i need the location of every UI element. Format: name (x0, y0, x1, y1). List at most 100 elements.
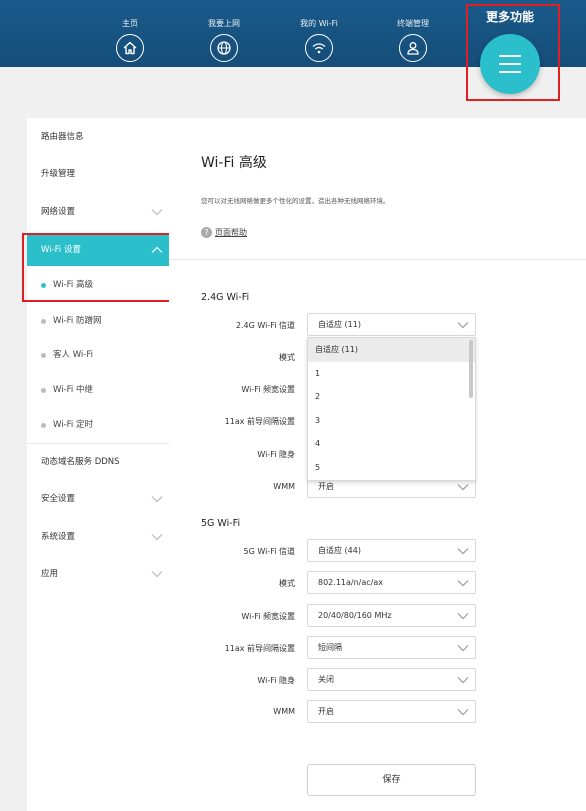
save-button[interactable]: 保存 (307, 764, 476, 796)
dropdown-option[interactable]: 5 (308, 456, 475, 480)
bullet-dot-icon (41, 353, 46, 358)
section-divider (169, 259, 586, 260)
help-link-text: 页面帮助 (215, 228, 247, 237)
sidebar-item-wifi-anti-leech[interactable]: Wi-Fi 防蹭网 (27, 307, 169, 335)
sidebar-item-label: 系统设置 (41, 532, 76, 542)
sidebar-item-label: Wi-Fi 高级 (53, 280, 93, 290)
chevron-down-icon (457, 484, 469, 491)
chevron-down-icon (457, 677, 469, 684)
select-value: 自适应 (44) (318, 546, 361, 555)
nav-devices[interactable]: 终端管理 (373, 0, 453, 62)
sidebar-item-label: Wi-Fi 设置 (41, 245, 81, 255)
chevron-down-icon (151, 496, 163, 503)
sidebar-item-label: 网络设置 (41, 207, 76, 217)
label-5g-channel: 5G Wi-Fi 信道 (243, 547, 295, 556)
sidebar-item-wifi-timer[interactable]: Wi-Fi 定时 (27, 411, 169, 439)
bullet-dot-icon (41, 319, 46, 324)
chevron-down-icon (151, 571, 163, 578)
channel-dropdown-list: 自适应 (11) 1 2 3 4 5 (307, 337, 476, 481)
label-24g-hidden: Wi-Fi 隐身 (257, 450, 295, 459)
bullet-dot-icon (41, 283, 46, 288)
chevron-down-icon (457, 709, 469, 716)
label-24g-bandwidth: Wi-Fi 频宽设置 (241, 385, 295, 394)
nav-my-wifi-label: 我的 Wi-Fi (300, 19, 338, 28)
label-5g-guard-interval: 11ax 前导间隔设置 (224, 644, 295, 653)
sidebar-item-label: 动态域名服务 DDNS (41, 457, 120, 467)
label-5g-wmm: WMM (273, 707, 295, 716)
sidebar-item-upgrade[interactable]: 升级管理 (27, 160, 169, 188)
dropdown-option[interactable]: 4 (308, 432, 475, 456)
sidebar-item-network[interactable]: 网络设置 (27, 198, 169, 226)
nav-home[interactable]: 主页 (90, 0, 170, 62)
sidebar-item-label: Wi-Fi 防蹭网 (53, 316, 102, 326)
page-description: 您可以对无线网络做更多个性化的设置，造出各种无线网络环境。 (201, 197, 390, 205)
chevron-up-icon (151, 246, 163, 253)
sidebar-item-label: 应用 (41, 569, 59, 579)
select-value: 自适应 (11) (318, 320, 361, 329)
select-value: 20/40/80/160 MHz (318, 611, 392, 620)
sidebar-item-label: Wi-Fi 定时 (53, 420, 93, 430)
sidebar-item-router-info[interactable]: 路由器信息 (27, 123, 169, 151)
label-24g-guard-interval: 11ax 前导间隔设置 (224, 417, 295, 426)
sidebar-item-ddns[interactable]: 动态域名服务 DDNS (27, 448, 169, 476)
select-5g-bandwidth[interactable]: 20/40/80/160 MHz (307, 604, 476, 627)
sidebar-item-guest-wifi[interactable]: 客人 Wi-Fi (27, 341, 169, 369)
select-24g-channel[interactable]: 自适应 (11) (307, 313, 476, 336)
label-24g-wmm: WMM (273, 482, 295, 491)
page-title: Wi-Fi 高级 (201, 155, 267, 171)
sidebar-item-apps[interactable]: 应用 (27, 560, 169, 588)
nav-internet[interactable]: 我要上网 (184, 0, 264, 62)
nav-internet-label: 我要上网 (208, 19, 240, 28)
select-value: 关闭 (318, 675, 334, 684)
select-5g-wmm[interactable]: 开启 (307, 700, 476, 723)
nav-devices-label: 终端管理 (397, 19, 429, 28)
chevron-down-icon (457, 322, 469, 329)
user-icon (399, 34, 427, 62)
sidebar-item-wifi-settings[interactable]: Wi-Fi 设置 (27, 235, 169, 266)
dropdown-option[interactable]: 自适应 (11) (308, 338, 475, 362)
chevron-down-icon (151, 209, 163, 216)
question-icon: ? (201, 227, 212, 238)
select-5g-guard-interval[interactable]: 短间隔 (307, 636, 476, 659)
more-features-label: 更多功能 (485, 10, 534, 24)
sidebar-divider (27, 443, 169, 444)
menu-icon (499, 55, 521, 57)
chevron-down-icon (457, 548, 469, 555)
label-5g-mode: 模式 (279, 579, 295, 588)
select-value: 802.11a/n/ac/ax (318, 578, 383, 587)
sidebar-item-label: 升级管理 (41, 169, 76, 179)
sidebar-item-label: 客人 Wi-Fi (53, 350, 93, 360)
sidebar-item-label: 路由器信息 (41, 132, 84, 142)
dropdown-scrollbar[interactable] (469, 340, 473, 398)
sidebar-item-system[interactable]: 系统设置 (27, 523, 169, 551)
chevron-down-icon (457, 613, 469, 620)
chevron-down-icon (151, 534, 163, 541)
label-5g-hidden: Wi-Fi 隐身 (257, 676, 295, 685)
label-24g-channel: 2.4G Wi-Fi 信道 (235, 321, 295, 330)
globe-icon (210, 34, 238, 62)
dropdown-option[interactable]: 2 (308, 385, 475, 409)
nav-home-label: 主页 (122, 19, 138, 28)
select-value: 开启 (318, 707, 334, 716)
sidebar: 路由器信息 升级管理 网络设置 Wi-Fi 设置 Wi-Fi 高级 Wi-Fi … (27, 118, 169, 811)
select-5g-hidden[interactable]: 关闭 (307, 668, 476, 691)
bullet-dot-icon (41, 423, 46, 428)
sidebar-item-security[interactable]: 安全设置 (27, 485, 169, 513)
nav-my-wifi[interactable]: 我的 Wi-Fi (279, 0, 359, 62)
main-panel: Wi-Fi 高级 您可以对无线网络做更多个性化的设置，造出各种无线网络环境。 ?… (169, 118, 586, 811)
chevron-down-icon (457, 580, 469, 587)
bullet-dot-icon (41, 388, 46, 393)
chevron-down-icon (457, 645, 469, 652)
help-link[interactable]: ? 页面帮助 (201, 227, 247, 238)
label-5g-bandwidth: Wi-Fi 频宽设置 (241, 612, 295, 621)
section-title-24g: 2.4G Wi-Fi (201, 292, 250, 303)
select-5g-mode[interactable]: 802.11a/n/ac/ax (307, 571, 476, 594)
sidebar-item-wifi-advanced[interactable]: Wi-Fi 高级 (27, 271, 169, 299)
select-5g-channel[interactable]: 自适应 (44) (307, 539, 476, 562)
sidebar-item-wifi-repeater[interactable]: Wi-Fi 中继 (27, 376, 169, 404)
more-features-button[interactable] (480, 34, 540, 94)
select-value: 开启 (318, 482, 334, 491)
wifi-icon (305, 34, 333, 62)
dropdown-option[interactable]: 3 (308, 409, 475, 433)
dropdown-option[interactable]: 1 (308, 362, 475, 386)
